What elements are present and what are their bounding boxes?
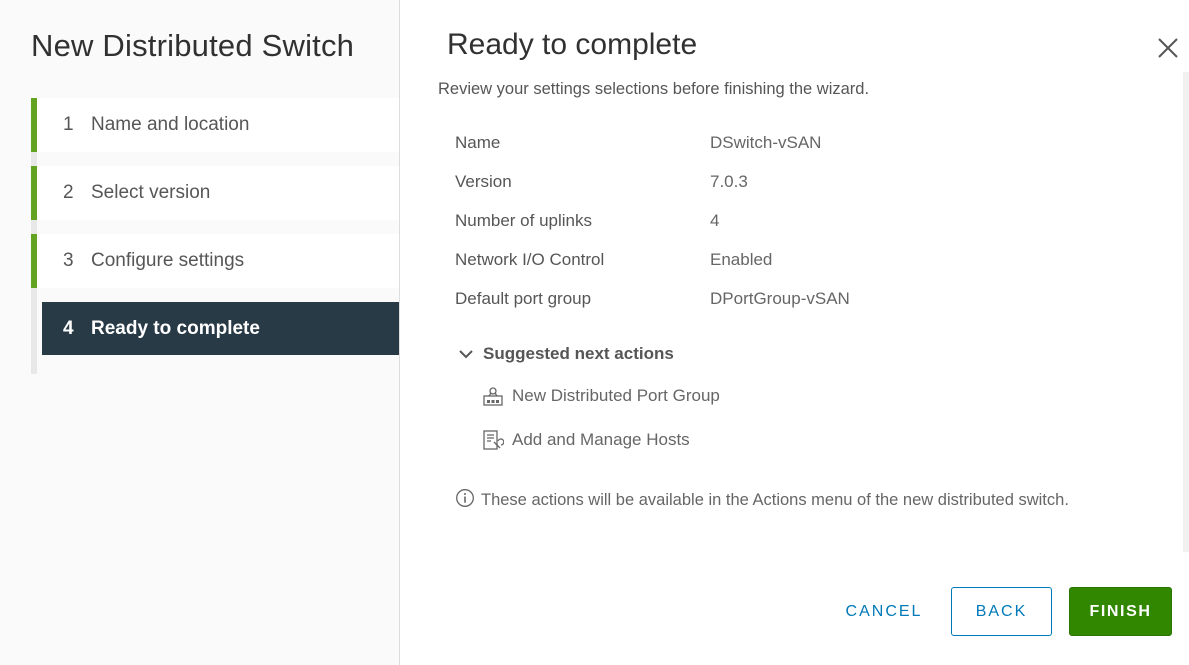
suggested-next-actions-label: Suggested next actions: [483, 344, 674, 363]
step-name-and-location[interactable]: 1 Name and location: [31, 98, 399, 152]
step-number: 1: [63, 114, 74, 135]
step-label: Ready to complete: [91, 317, 260, 339]
info-icon: [456, 489, 474, 507]
new-distributed-port-group-link[interactable]: New Distributed Port Group: [482, 385, 720, 407]
summary-value: DPortGroup-vSAN: [710, 289, 850, 308]
wizard-sidebar: New Distributed Switch 1 Name and locati…: [0, 0, 400, 665]
step-label: Select version: [91, 182, 211, 203]
manage-hosts-icon: [483, 430, 504, 450]
step-label: Name and location: [91, 114, 250, 135]
info-text: These actions will be available in the A…: [481, 491, 1069, 509]
summary-key: Name: [455, 133, 501, 152]
step-ready-to-complete[interactable]: 4 Ready to complete: [42, 302, 399, 355]
port-group-icon: [483, 387, 503, 406]
step-number: 3: [63, 250, 74, 271]
step-number: 2: [63, 182, 74, 203]
wizard-title: New Distributed Switch: [31, 28, 355, 63]
summary-key: Default port group: [455, 289, 592, 308]
summary-key: Number of uplinks: [455, 211, 593, 230]
wizard-content: Ready to complete Review your settings s…: [400, 0, 1189, 665]
next-actions-info: These actions will be available in the A…: [455, 488, 1145, 512]
page-subtitle: Review your settings selections before f…: [438, 80, 870, 98]
summary-value: 4: [710, 211, 720, 230]
summary-value: Enabled: [710, 250, 773, 269]
close-button[interactable]: [1154, 34, 1182, 62]
summary-value: DSwitch-vSAN: [710, 133, 822, 152]
finish-button[interactable]: FINISH: [1069, 587, 1172, 636]
back-button[interactable]: BACK: [951, 587, 1052, 636]
close-icon: [1158, 38, 1178, 58]
chevron-down-icon: [459, 350, 473, 359]
page-title: Ready to complete: [447, 28, 698, 61]
suggested-next-actions-toggle[interactable]: Suggested next actions: [457, 344, 674, 364]
step-configure-settings[interactable]: 3 Configure settings: [31, 234, 399, 288]
cancel-button[interactable]: CANCEL: [830, 587, 938, 636]
summary-key: Network I/O Control: [455, 250, 605, 269]
summary-value: 7.0.3: [710, 172, 748, 191]
wizard-steps: 1 Name and location 2 Select version 3 C…: [31, 98, 399, 374]
step-select-version[interactable]: 2 Select version: [31, 166, 399, 220]
summary-key: Version: [455, 172, 512, 191]
add-and-manage-hosts-link[interactable]: Add and Manage Hosts: [482, 428, 690, 452]
action-label: New Distributed Port Group: [512, 386, 720, 405]
step-label: Configure settings: [91, 250, 245, 271]
step-number: 4: [63, 317, 74, 339]
scrollbar[interactable]: [1183, 72, 1189, 552]
action-label: Add and Manage Hosts: [512, 430, 690, 449]
